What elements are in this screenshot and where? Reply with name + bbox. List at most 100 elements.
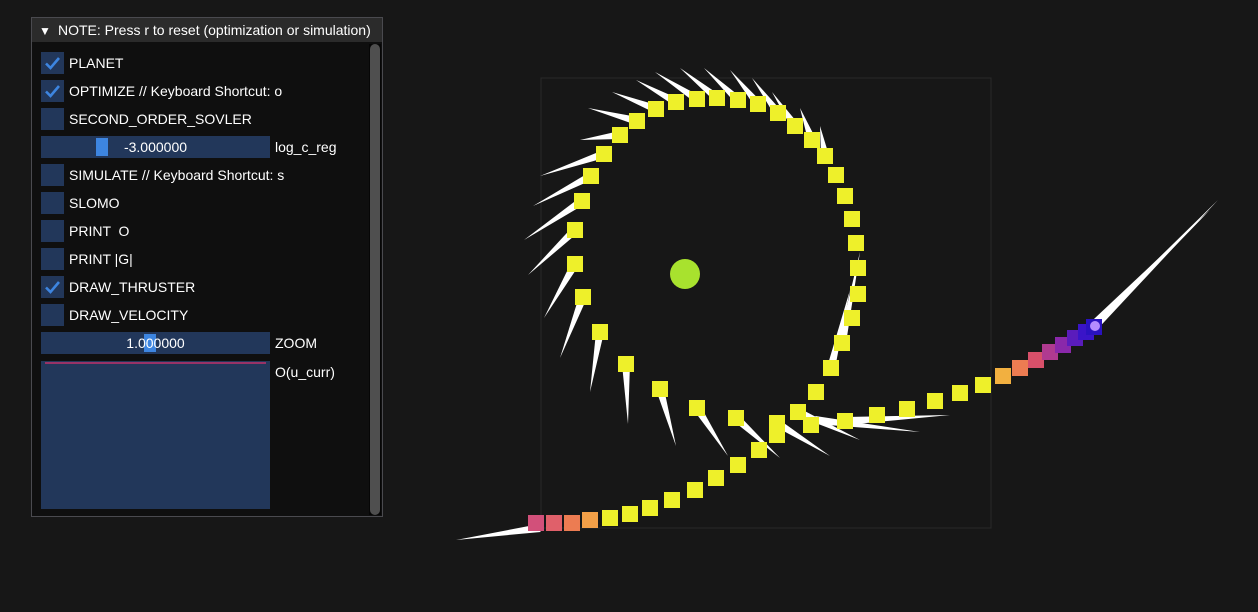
trajectory-point — [689, 91, 705, 107]
plot-graph — [45, 362, 266, 364]
trajectory-point — [709, 90, 725, 106]
checkmark-icon — [45, 281, 60, 294]
control-panel: ▼ NOTE: Press r to reset (optimization or… — [31, 17, 383, 517]
checkbox-label: OPTIMIZE // Keyboard Shortcut: o — [69, 83, 283, 99]
checkbox-label: SECOND_ORDER_SOVLER — [69, 111, 252, 127]
log-c-reg-slider-row: -3.000000 log_c_reg — [41, 136, 361, 158]
trajectory-point — [668, 94, 684, 110]
trajectory-point — [834, 335, 850, 351]
checkbox-box[interactable] — [41, 52, 64, 74]
thruster-spike — [844, 415, 950, 425]
trajectory-point — [899, 401, 915, 417]
checkbox-box[interactable] — [41, 108, 64, 130]
panel-scrollbar[interactable] — [369, 44, 381, 515]
thruster-spike — [456, 524, 541, 540]
checkbox-box[interactable] — [41, 248, 64, 270]
trajectory-point — [708, 470, 724, 486]
trajectory-point — [567, 222, 583, 238]
thruster-spike — [1083, 210, 1210, 335]
slider-value: 1.000000 — [126, 335, 185, 351]
checkbox-box[interactable] — [41, 164, 64, 186]
trajectory-point — [596, 146, 612, 162]
trajectory-point — [629, 113, 645, 129]
checkbox-label: DRAW_THRUSTER — [69, 279, 196, 295]
trajectory-point — [751, 442, 767, 458]
trajectory-point — [769, 417, 785, 433]
trajectory-point — [642, 500, 658, 516]
checkmark-icon — [45, 57, 60, 70]
checkbox-box[interactable] — [41, 192, 64, 214]
trajectory-point — [803, 417, 819, 433]
viewport-frame — [540, 77, 992, 529]
trajectory-point — [564, 515, 580, 531]
trajectory-point — [602, 510, 618, 526]
trajectory-point — [687, 482, 703, 498]
checkbox-label: PRINT O — [69, 223, 130, 239]
trajectory-point — [844, 310, 860, 326]
slider-label: ZOOM — [275, 335, 317, 351]
trajectory-point — [583, 168, 599, 184]
checkmark-icon — [45, 85, 60, 98]
checkbox-box[interactable] — [41, 220, 64, 242]
trajectory-point — [1028, 352, 1044, 368]
trajectory-point — [574, 193, 590, 209]
trajectory-point — [869, 407, 885, 423]
checkbox-box[interactable] — [41, 276, 64, 298]
trajectory-point — [582, 512, 598, 528]
trajectory-point — [575, 289, 591, 305]
trajectory-point — [652, 381, 668, 397]
checkbox-label: SIMULATE // Keyboard Shortcut: s — [69, 167, 285, 183]
checkbox-box[interactable] — [41, 80, 64, 102]
trajectory-point — [850, 286, 866, 302]
trajectory-point — [844, 211, 860, 227]
panel-title: NOTE: Press r to reset (optimization or … — [58, 22, 371, 38]
trajectory-point — [612, 127, 628, 143]
trajectory-point — [528, 515, 544, 531]
trajectory-point — [837, 188, 853, 204]
trajectory-point — [848, 235, 864, 251]
checkbox-label: SLOMO — [69, 195, 120, 211]
trajectory-point — [730, 92, 746, 108]
trajectory-point — [618, 356, 634, 372]
trajectory-point — [808, 384, 824, 400]
panel-header[interactable]: ▼ NOTE: Press r to reset (optimization or… — [32, 18, 382, 42]
thruster-spike — [622, 363, 630, 424]
objective-plot — [41, 361, 270, 509]
checkbox-box[interactable] — [41, 304, 64, 326]
trajectory — [528, 90, 1102, 531]
zoom-slider[interactable]: 1.000000 — [41, 332, 270, 354]
trajectory-point — [804, 132, 820, 148]
checkbox-label: DRAW_VELOCITY — [69, 307, 189, 323]
collapse-triangle-icon[interactable]: ▼ — [39, 19, 51, 42]
trajectory-point — [546, 515, 562, 531]
trajectory-point — [975, 377, 991, 393]
thruster-vectors — [456, 68, 1218, 540]
zoom-slider-row: 1.000000 ZOOM — [41, 332, 361, 354]
log-c-reg-slider[interactable]: -3.000000 — [41, 136, 270, 158]
spacecraft-marker — [1090, 321, 1100, 331]
trajectory-point — [689, 400, 705, 416]
trajectory-point — [952, 385, 968, 401]
slider-label: log_c_reg — [275, 139, 337, 155]
trajectory-point — [567, 256, 583, 272]
trajectory-point — [837, 413, 853, 429]
trajectory-point — [787, 118, 803, 134]
slider-value: -3.000000 — [123, 139, 188, 155]
trajectory-point — [850, 260, 866, 276]
trajectory-point — [664, 492, 680, 508]
trajectory-point — [592, 324, 608, 340]
trajectory-point — [1012, 360, 1028, 376]
trajectory-point — [750, 96, 766, 112]
trajectory-point — [728, 410, 744, 426]
trajectory-point — [770, 105, 786, 121]
plot-label: O(u_curr) — [275, 364, 335, 380]
thruster-spike — [590, 331, 604, 392]
trajectory-point — [648, 101, 664, 117]
checkbox-label: PLANET — [69, 55, 124, 71]
trajectory-point — [823, 360, 839, 376]
scrollbar-thumb[interactable] — [370, 44, 380, 515]
trajectory-point — [828, 167, 844, 183]
trajectory-point — [730, 457, 746, 473]
trajectory-point — [927, 393, 943, 409]
trajectory-point — [817, 148, 833, 164]
